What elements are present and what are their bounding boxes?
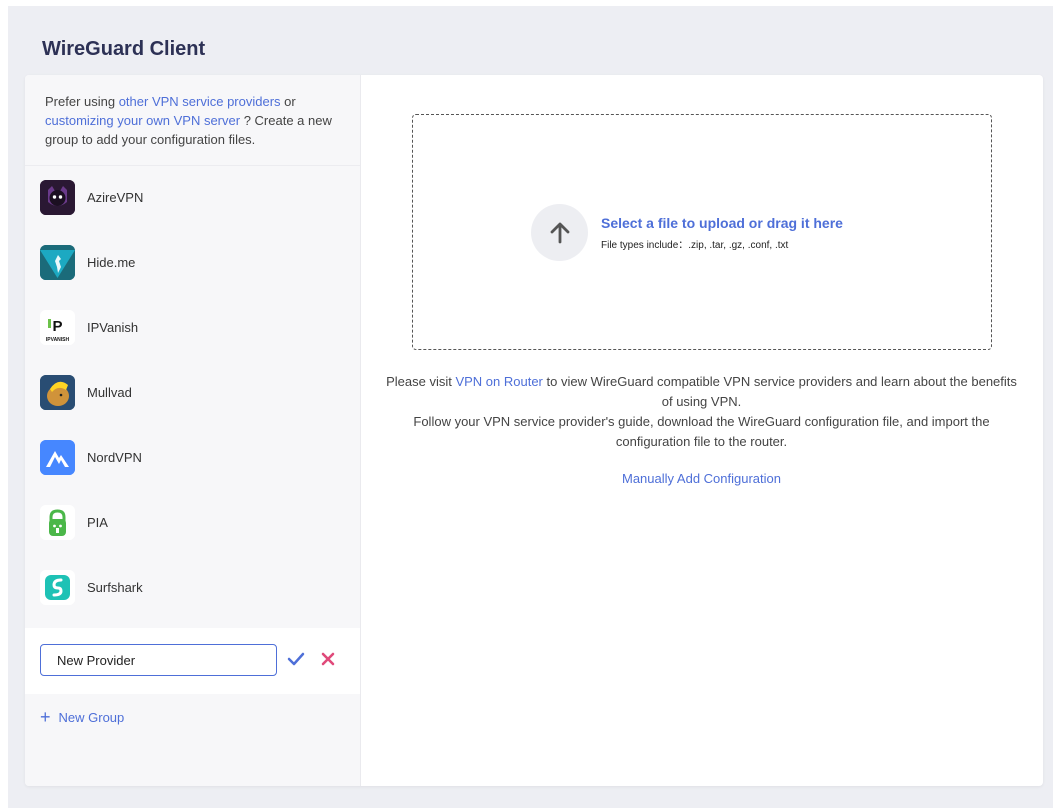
custom-server-link[interactable]: customizing your own VPN server [45,113,240,128]
provider-sidebar: Prefer using other VPN service providers… [25,75,361,786]
new-group-label: New Group [58,709,125,725]
svg-text:P: P [52,318,62,335]
mullvad-logo-icon [40,375,75,410]
manual-add-configuration-link[interactable]: Manually Add Configuration [360,471,1043,486]
provider-name: AzireVPN [87,190,144,205]
intro-text: Prefer using [45,94,119,109]
arrow-up-icon [550,222,569,243]
azirevpn-logo-icon [40,180,75,215]
provider-list: AzireVPN Hide.me P IPVANISH IPVanish Mul… [25,165,360,620]
new-provider-row [25,628,360,694]
provider-item-mullvad[interactable]: Mullvad [25,360,360,425]
provider-item-surfshark[interactable]: Surfshark [25,555,360,620]
provider-name: NordVPN [87,450,142,465]
svg-text:IPVANISH: IPVANISH [46,337,70,343]
provider-item-pia[interactable]: PIA [25,490,360,555]
upload-button[interactable] [531,204,588,261]
close-icon [321,652,335,666]
provider-item-nordvpn[interactable]: NordVPN [25,425,360,490]
info-line1: to view WireGuard compatible VPN service… [542,374,1017,409]
info-prefix: Please visit [386,374,456,389]
cancel-button[interactable] [319,650,337,668]
pia-logo-icon [40,505,75,540]
sidebar-intro: Prefer using other VPN service providers… [25,75,360,147]
content-card: Prefer using other VPN service providers… [25,75,1043,786]
ipvanish-logo-icon: P IPVANISH [40,310,75,345]
provider-name: Mullvad [87,385,132,400]
provider-item-ipvanish[interactable]: P IPVANISH IPVanish [25,295,360,360]
other-providers-link[interactable]: other VPN service providers [119,94,281,109]
main-panel: Select a file to upload or drag it here … [360,75,1043,786]
upload-file-types: File types include：.zip, .tar, .gz, .con… [601,240,789,251]
new-provider-input[interactable] [40,644,277,676]
check-icon [287,652,305,666]
confirm-button[interactable] [287,650,305,668]
surfshark-logo-icon [40,570,75,605]
provider-name: Hide.me [87,255,136,270]
hideme-logo-icon [40,245,75,280]
vpn-on-router-link[interactable]: VPN on Router [455,374,542,389]
info-line2: Follow your VPN service provider's guide… [413,414,990,449]
provider-name: Surfshark [87,580,143,595]
intro-text: or [280,94,296,109]
provider-item-azirevpn[interactable]: AzireVPN [25,165,360,230]
plus-icon: + [40,707,51,727]
upload-title: Select a file to upload or drag it here [601,215,843,231]
provider-item-hideme[interactable]: Hide.me [25,230,360,295]
provider-name: PIA [87,515,108,530]
new-group-button[interactable]: + New Group [40,708,124,726]
upload-dropzone[interactable]: Select a file to upload or drag it here … [412,114,992,350]
info-text: Please visit VPN on Router to view WireG… [380,372,1023,452]
page-title: WireGuard Client [42,38,206,60]
nordvpn-logo-icon [40,440,75,475]
provider-name: IPVanish [87,320,139,335]
